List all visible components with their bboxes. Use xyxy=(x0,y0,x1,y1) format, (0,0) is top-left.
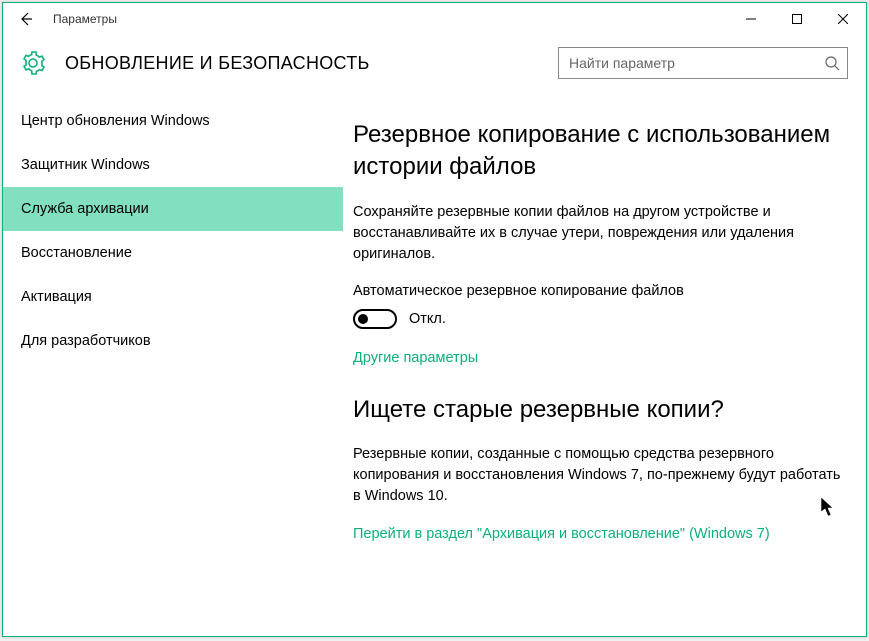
close-button[interactable] xyxy=(820,3,866,35)
back-arrow-icon xyxy=(18,11,34,27)
sidebar: Центр обновления Windows Защитник Window… xyxy=(3,97,343,636)
maximize-button[interactable] xyxy=(774,3,820,35)
sidebar-item-recovery[interactable]: Восстановление xyxy=(3,231,343,275)
search-wrap xyxy=(558,47,848,79)
section-desc-file-history: Сохраняйте резервные копии файлов на дру… xyxy=(353,202,842,265)
toggle-state-label: Откл. xyxy=(409,311,446,327)
body: Центр обновления Windows Защитник Window… xyxy=(3,97,866,636)
search-input[interactable] xyxy=(558,47,848,79)
maximize-icon xyxy=(792,14,802,24)
window-title: Параметры xyxy=(53,12,117,26)
section-desc-old-backups: Резервные копии, созданные с помощью сре… xyxy=(353,444,842,507)
auto-backup-label: Автоматическое резервное копирование фай… xyxy=(353,283,842,299)
section-title-old-backups: Ищете старые резервные копии? xyxy=(353,394,842,426)
toggle-row: Откл. xyxy=(353,309,842,329)
auto-backup-toggle[interactable] xyxy=(353,309,397,329)
gear-icon xyxy=(21,51,45,75)
sidebar-item-update[interactable]: Центр обновления Windows xyxy=(3,99,343,143)
more-params-link[interactable]: Другие параметры xyxy=(353,350,478,366)
page-title: ОБНОВЛЕНИЕ И БЕЗОПАСНОСТЬ xyxy=(65,53,370,74)
close-icon xyxy=(838,14,848,24)
sidebar-item-backup[interactable]: Служба архивации xyxy=(3,187,343,231)
sidebar-item-activation[interactable]: Активация xyxy=(3,275,343,319)
minimize-icon xyxy=(746,14,756,24)
toggle-knob xyxy=(358,314,368,324)
content-area: Резервное копирование с использованием и… xyxy=(343,97,866,636)
sidebar-item-developers[interactable]: Для разработчиков xyxy=(3,319,343,363)
window-controls xyxy=(728,3,866,35)
win7-backup-link[interactable]: Перейти в раздел "Архивация и восстановл… xyxy=(353,526,770,542)
back-button[interactable] xyxy=(13,6,39,32)
search-icon xyxy=(824,55,840,71)
settings-window: Параметры ОБНОВЛЕНИЕ И БЕЗОПАСНОСТЬ xyxy=(2,2,867,637)
minimize-button[interactable] xyxy=(728,3,774,35)
section-title-file-history: Резервное копирование с использованием и… xyxy=(353,119,842,184)
header-row: ОБНОВЛЕНИЕ И БЕЗОПАСНОСТЬ xyxy=(3,35,866,97)
sidebar-item-defender[interactable]: Защитник Windows xyxy=(3,143,343,187)
titlebar: Параметры xyxy=(3,3,866,35)
